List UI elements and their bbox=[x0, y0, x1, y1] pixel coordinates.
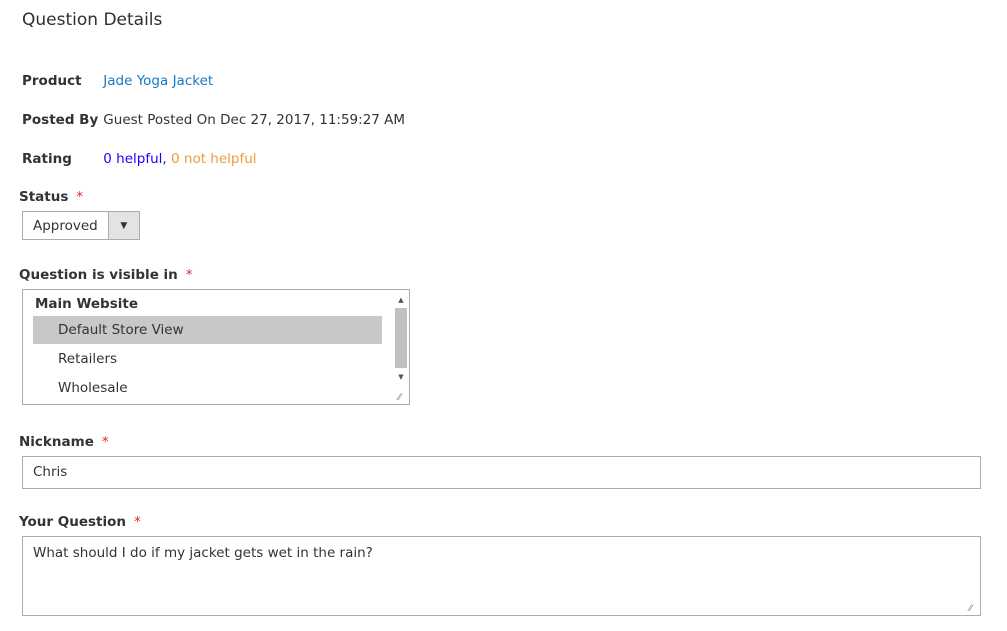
section-title: Question Details bbox=[22, 10, 163, 30]
product-row: Product Jade Yoga Jacket bbox=[22, 73, 213, 89]
optgroup-main-website: Main Website bbox=[35, 296, 138, 312]
option-retailers[interactable]: Retailers bbox=[33, 345, 382, 373]
rating-row: Rating 0 helpful, 0 not helpful bbox=[22, 151, 257, 167]
rating-not-helpful: 0 not helpful bbox=[171, 151, 257, 167]
nickname-label: Nickname * bbox=[19, 434, 109, 450]
product-link[interactable]: Jade Yoga Jacket bbox=[103, 73, 213, 89]
status-label-text: Status bbox=[19, 189, 69, 205]
question-textarea[interactable]: What should I do if my jacket gets wet i… bbox=[22, 536, 981, 616]
rating-label: Rating bbox=[22, 151, 72, 167]
nickname-label-text: Nickname bbox=[19, 434, 94, 450]
required-mark: * bbox=[185, 267, 193, 283]
required-mark: * bbox=[134, 514, 141, 530]
posted-by-row: Posted By Guest Posted On Dec 27, 2017, … bbox=[22, 112, 405, 128]
required-mark: * bbox=[101, 434, 109, 450]
scroll-down-icon[interactable]: ▼ bbox=[394, 370, 408, 384]
required-mark: * bbox=[76, 189, 84, 205]
option-wholesale[interactable]: Wholesale bbox=[33, 374, 382, 402]
question-text: What should I do if my jacket gets wet i… bbox=[33, 545, 373, 561]
posted-by-value: Guest Posted On Dec 27, 2017, 11:59:27 A… bbox=[103, 112, 406, 128]
question-label-text: Your Question bbox=[19, 514, 127, 530]
nickname-input[interactable]: Chris bbox=[22, 456, 981, 489]
product-label: Product bbox=[22, 73, 82, 89]
store-view-multiselect[interactable]: Main Website Default Store View Retailer… bbox=[22, 289, 410, 405]
rating-helpful: 0 helpful bbox=[103, 151, 163, 167]
posted-by-label: Posted By bbox=[22, 112, 99, 128]
visibility-label: Question is visible in * bbox=[19, 267, 193, 283]
rating-separator: , bbox=[162, 151, 172, 167]
visibility-label-text: Question is visible in bbox=[19, 267, 178, 283]
chevron-down-icon[interactable]: ▼ bbox=[107, 212, 139, 239]
status-label: Status * bbox=[19, 189, 83, 205]
scrollbar-thumb[interactable] bbox=[395, 308, 407, 368]
question-label: Your Question * bbox=[19, 514, 141, 530]
resize-handle-icon[interactable]: ⁄⁄ bbox=[398, 393, 408, 403]
resize-handle-icon[interactable]: ⁄⁄ bbox=[969, 604, 979, 614]
status-select-value: Approved bbox=[33, 218, 98, 234]
scrollbar[interactable]: ▲ ▼ bbox=[394, 291, 408, 391]
scroll-up-icon[interactable]: ▲ bbox=[394, 293, 408, 307]
status-select[interactable]: Approved ▼ bbox=[22, 211, 140, 240]
option-default-store-view[interactable]: Default Store View bbox=[33, 316, 382, 344]
